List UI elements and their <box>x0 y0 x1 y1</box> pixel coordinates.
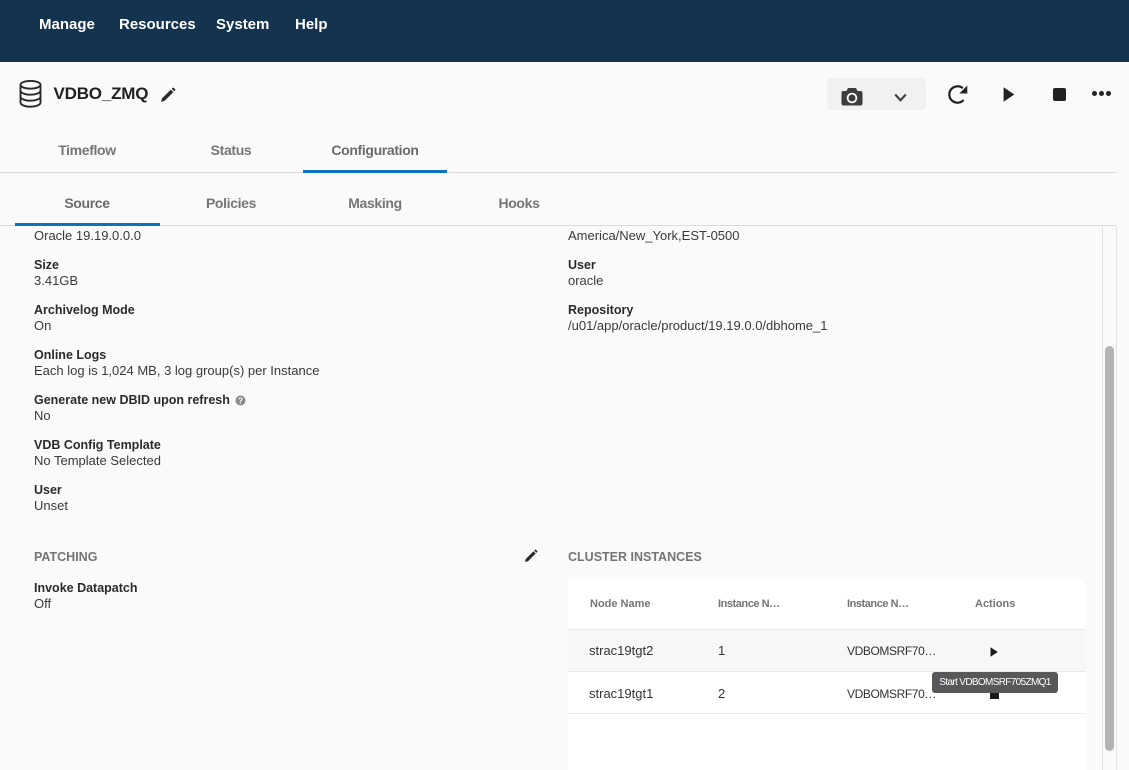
svg-text:?: ? <box>238 395 243 405</box>
